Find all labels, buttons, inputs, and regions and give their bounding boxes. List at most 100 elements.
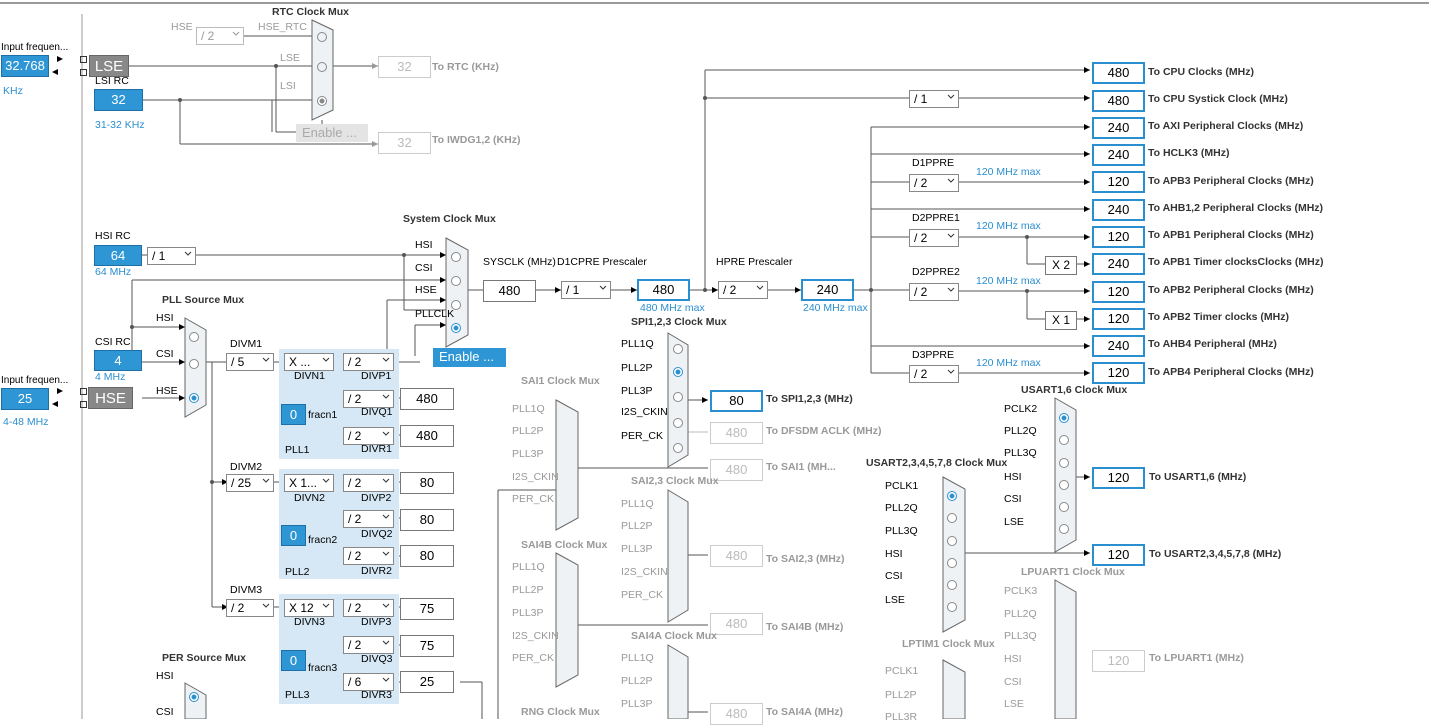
axi-clock-value[interactable]: 240 xyxy=(1092,117,1145,139)
usart16-radio-pll3q[interactable] xyxy=(1059,458,1069,468)
sai4a-output-value[interactable]: 480 xyxy=(710,703,763,725)
divq3-select[interactable]: / 2 xyxy=(343,636,394,654)
fracn2-field[interactable]: 0 xyxy=(281,525,306,546)
usart16-radio-csi[interactable] xyxy=(1059,502,1069,512)
dfsdm-output-value[interactable]: 480 xyxy=(710,422,763,444)
fracn3-field[interactable]: 0 xyxy=(281,650,306,671)
spi123-radio-per[interactable] xyxy=(673,443,683,453)
rtc-enable-button[interactable]: Enable ... xyxy=(296,124,368,142)
apb1-timer-value[interactable]: 240 xyxy=(1092,253,1145,275)
divm3-select[interactable]: / 2 xyxy=(226,599,274,617)
apb2-timer-value[interactable]: 120 xyxy=(1092,308,1145,330)
d2ppre2-select[interactable]: / 2 xyxy=(909,283,959,301)
divq1-output[interactable]: 480 xyxy=(400,388,454,410)
apb1-clock-value[interactable]: 120 xyxy=(1092,226,1145,248)
spi123-radio-pll2p[interactable] xyxy=(673,367,683,377)
d1cpre-select[interactable]: / 1 xyxy=(561,281,611,299)
sysclk-value[interactable]: 480 xyxy=(483,280,536,302)
sysmux-radio-csi[interactable] xyxy=(451,276,461,286)
ahb12-clock-value[interactable]: 240 xyxy=(1092,199,1145,221)
usart16-radio-pll2q[interactable] xyxy=(1059,435,1069,445)
pll-enable-button[interactable]: Enable ... xyxy=(433,348,506,367)
hse-input-frequency-field[interactable]: 25 xyxy=(1,388,49,410)
divq3-output[interactable]: 75 xyxy=(400,635,454,657)
sai4b-output-value[interactable]: 480 xyxy=(710,613,763,635)
apb2-clock-value[interactable]: 120 xyxy=(1092,281,1145,303)
divr3-output[interactable]: 25 xyxy=(400,671,454,693)
divr1-output[interactable]: 480 xyxy=(400,425,454,447)
d1cpre-output-value[interactable]: 480 xyxy=(637,279,690,301)
iwdg-output-value[interactable]: 32 xyxy=(378,132,431,154)
sai23-output-value[interactable]: 480 xyxy=(710,545,763,567)
sysmux-radio-pllclk[interactable] xyxy=(451,323,461,333)
spi123-radio-pll3p[interactable] xyxy=(673,392,683,402)
cpu-systick-value[interactable]: 480 xyxy=(1092,90,1145,112)
divn3-select[interactable]: X 12 xyxy=(284,599,334,617)
usart16-output-value[interactable]: 120 xyxy=(1092,467,1145,489)
pllsrc-radio-csi[interactable] xyxy=(189,359,199,369)
sysmux-radio-hse[interactable] xyxy=(451,300,461,310)
d3ppre-label: D3PPRE xyxy=(912,349,955,361)
hse-oscillator-block[interactable]: HSE xyxy=(88,387,133,409)
divp1-select[interactable]: / 2 xyxy=(343,353,394,371)
fracn1-field[interactable]: 0 xyxy=(281,404,306,425)
usart2345-radio-lse[interactable] xyxy=(947,602,957,612)
apb3-clock-value[interactable]: 120 xyxy=(1092,171,1145,193)
persrc-radio-hsi[interactable] xyxy=(189,692,199,702)
hpre-output-value[interactable]: 240 xyxy=(801,279,854,301)
lse-oscillator-block[interactable]: LSE xyxy=(89,55,129,77)
spi123-output-value[interactable]: 80 xyxy=(710,390,763,412)
usart2345-radio-csi[interactable] xyxy=(947,580,957,590)
usart2345-radio-hsi[interactable] xyxy=(947,558,957,568)
rtc-mux-radio-hse[interactable] xyxy=(317,32,327,42)
sai4b-output-label: To SAI4B (MHz) xyxy=(766,621,844,633)
systick-divider-select[interactable]: / 1 xyxy=(909,90,959,108)
lpuart1-output-value[interactable]: 120 xyxy=(1092,650,1145,672)
spi123-radio-pll1q[interactable] xyxy=(673,344,683,354)
d1cpre-prescaler-label: D1CPRE Prescaler xyxy=(557,256,647,268)
ahb4-clock-value[interactable]: 240 xyxy=(1092,335,1145,357)
csi-frequency: 4 MHz xyxy=(95,371,126,383)
spi123-radio-i2s[interactable] xyxy=(673,418,683,428)
d2ppre1-select[interactable]: / 2 xyxy=(909,229,959,247)
divp2-select[interactable]: / 2 xyxy=(343,474,394,492)
rtc-mux-radio-lsi[interactable] xyxy=(317,96,327,106)
system-clock-mux-title: System Clock Mux xyxy=(403,213,496,225)
usart2345-radio-pll3q[interactable] xyxy=(947,536,957,546)
pllsrc-radio-hse[interactable] xyxy=(189,393,199,403)
sysmux-radio-hsi[interactable] xyxy=(451,252,461,262)
divm2-select[interactable]: / 25 xyxy=(226,474,274,492)
divm1-select[interactable]: / 5 xyxy=(226,353,274,371)
divq2-select[interactable]: / 2 xyxy=(343,510,394,528)
divn1-select[interactable]: X ... xyxy=(284,353,334,371)
usart2345-output-value[interactable]: 120 xyxy=(1092,544,1145,566)
divq2-output[interactable]: 80 xyxy=(400,509,454,531)
d3ppre-select[interactable]: / 2 xyxy=(909,365,959,383)
divr2-select[interactable]: / 2 xyxy=(343,547,394,565)
sai23-input-i2s-ckin: I2S_CKIN xyxy=(621,566,668,578)
apb4-clock-value[interactable]: 120 xyxy=(1092,362,1145,384)
persrc-input-hsi: HSI xyxy=(156,670,174,682)
divr2-output[interactable]: 80 xyxy=(400,545,454,567)
hclk3-value[interactable]: 240 xyxy=(1092,144,1145,166)
hpre-select[interactable]: / 2 xyxy=(718,281,768,299)
divp2-output[interactable]: 80 xyxy=(400,472,454,494)
d1ppre-select[interactable]: / 2 xyxy=(909,174,959,192)
lse-input-frequency-field[interactable]: 32.768 xyxy=(1,55,49,77)
usart16-radio-pclk2[interactable] xyxy=(1059,413,1069,423)
d1cpre-max: 480 MHz max xyxy=(640,302,705,314)
rtc-mux-radio-lse[interactable] xyxy=(317,62,327,72)
divn2-select[interactable]: X 1... xyxy=(284,474,334,492)
usart2345-radio-pll2q[interactable] xyxy=(947,513,957,523)
usart16-radio-hsi[interactable] xyxy=(1059,480,1069,490)
cpu-clock-value[interactable]: 480 xyxy=(1092,62,1145,84)
hsi-divider-select[interactable]: / 1 xyxy=(147,247,196,265)
rtc-hse-divider-select[interactable]: / 2 xyxy=(196,27,244,45)
usart2345-radio-pclk1[interactable] xyxy=(947,491,957,501)
pllsrc-radio-hsi[interactable] xyxy=(189,332,199,342)
divp3-select[interactable]: / 2 xyxy=(343,599,394,617)
divp3-output[interactable]: 75 xyxy=(400,598,454,620)
rtc-output-value[interactable]: 32 xyxy=(378,56,431,78)
usart16-radio-lse[interactable] xyxy=(1059,524,1069,534)
spi123-output-label: To SPI1,2,3 (MHz) xyxy=(766,393,853,405)
